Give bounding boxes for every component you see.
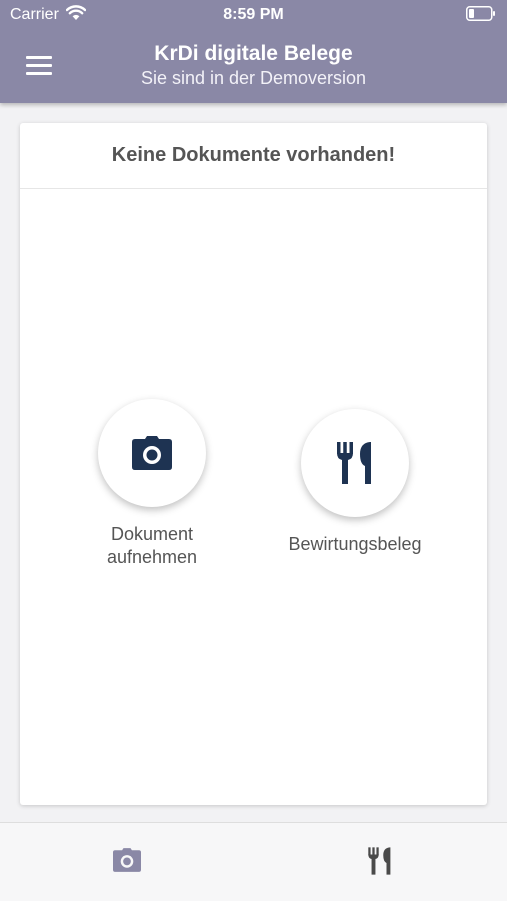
status-bar: Carrier 8:59 PM	[0, 0, 507, 30]
app-header: Carrier 8:59 PM KrDi digitale Belege Sie…	[0, 0, 507, 103]
tab-entertainment[interactable]	[367, 847, 393, 880]
documents-card: Keine Dokumente vorhanden! Dokument aufn…	[20, 123, 487, 805]
entertainment-receipt-circle[interactable]	[301, 409, 409, 517]
app-subtitle: Sie sind in der Demoversion	[140, 68, 367, 88]
app-title: KrDi digitale Belege	[154, 42, 353, 65]
capture-document-label-line1: Dokument	[110, 524, 194, 544]
battery-icon	[466, 6, 495, 21]
entertainment-receipt-label: Bewirtungsbeleg	[288, 534, 422, 554]
cutlery-icon	[368, 847, 391, 875]
empty-state-message: Keine Dokumente vorhanden!	[20, 123, 487, 189]
tab-camera[interactable]	[113, 848, 141, 877]
bottom-navigation	[0, 822, 507, 901]
capture-document-circle[interactable]	[98, 399, 206, 507]
entertainment-receipt-button[interactable]: Bewirtungsbeleg	[275, 409, 435, 556]
cutlery-icon	[337, 442, 371, 484]
capture-document-label-line2: aufnehmen	[106, 547, 198, 567]
capture-document-label: Dokument aufnehmen	[87, 523, 217, 569]
camera-icon	[113, 848, 141, 872]
capture-document-button[interactable]: Dokument aufnehmen	[87, 399, 217, 569]
clock: 8:59 PM	[223, 6, 284, 23]
camera-icon	[132, 436, 172, 470]
